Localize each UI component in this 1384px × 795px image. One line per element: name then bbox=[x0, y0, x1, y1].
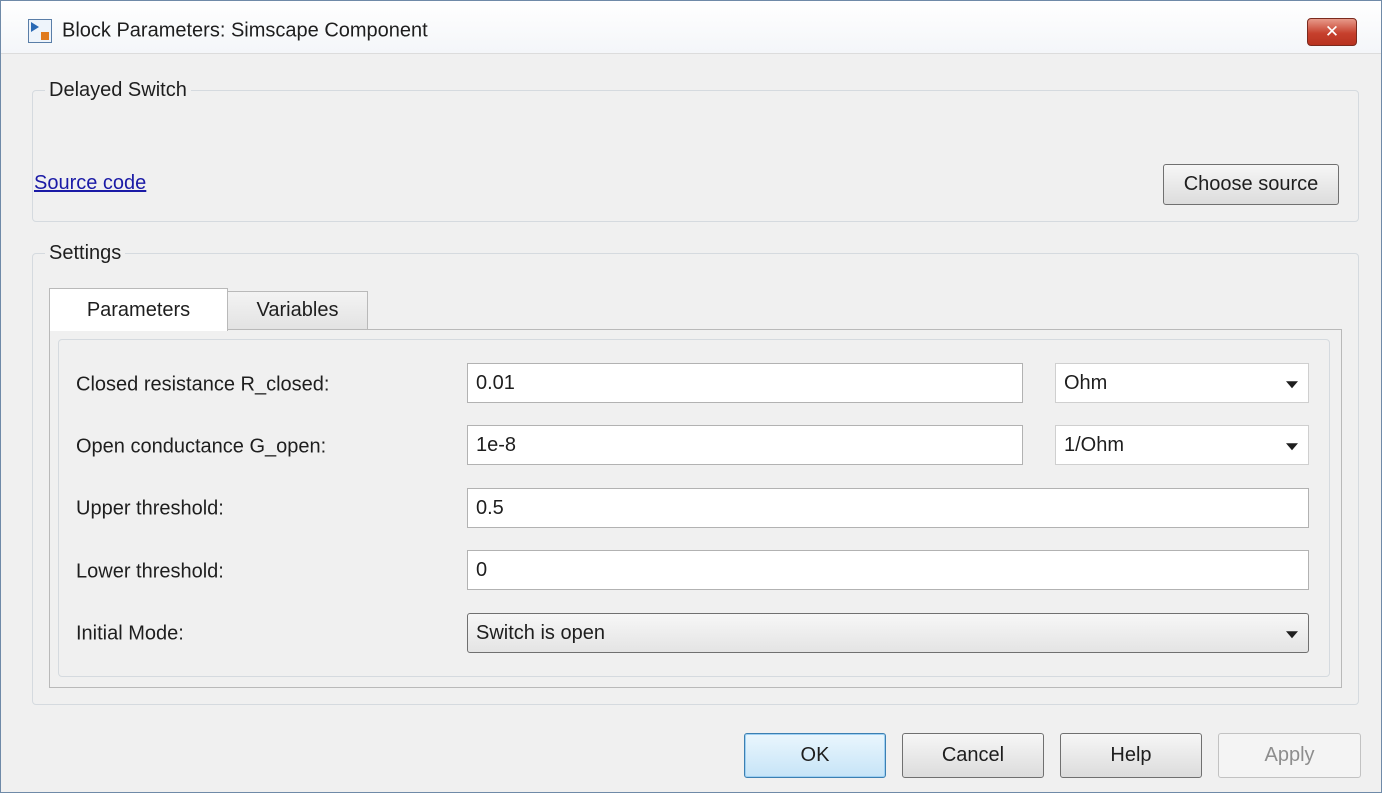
help-button[interactable]: Help bbox=[1060, 733, 1202, 778]
lower-threshold-input[interactable]: 0 bbox=[467, 550, 1309, 590]
window-title: Block Parameters: Simscape Component bbox=[62, 19, 428, 42]
lower-threshold-label: Lower threshold: bbox=[76, 560, 224, 583]
open-conductance-unit-value: 1/Ohm bbox=[1064, 433, 1125, 456]
tab-variables[interactable]: Variables bbox=[227, 291, 368, 329]
initial-mode-value: Switch is open bbox=[476, 621, 605, 644]
open-conductance-input[interactable]: 1e-8 bbox=[467, 425, 1023, 465]
ok-button[interactable]: OK bbox=[744, 733, 886, 778]
settings-group-legend: Settings bbox=[49, 242, 122, 264]
chevron-down-icon bbox=[1286, 631, 1298, 639]
open-conductance-label: Open conductance G_open: bbox=[76, 435, 327, 458]
chevron-down-icon bbox=[1286, 443, 1298, 451]
simulink-block-icon bbox=[28, 19, 52, 43]
chevron-down-icon bbox=[1286, 381, 1298, 389]
apply-button[interactable]: Apply bbox=[1218, 733, 1361, 778]
open-conductance-value: 1e-8 bbox=[476, 433, 517, 456]
title-bar: Block Parameters: Simscape Component ✕ bbox=[1, 1, 1381, 54]
cancel-button[interactable]: Cancel bbox=[902, 733, 1044, 778]
closed-resistance-label: Closed resistance R_closed: bbox=[76, 373, 330, 396]
closed-resistance-unit-value: Ohm bbox=[1064, 371, 1108, 394]
upper-threshold-label: Upper threshold: bbox=[76, 497, 224, 520]
lower-threshold-value: 0 bbox=[476, 558, 488, 581]
close-icon: ✕ bbox=[1324, 22, 1340, 41]
open-conductance-unit-select[interactable]: 1/Ohm bbox=[1055, 425, 1309, 465]
component-group: Delayed Switch bbox=[32, 79, 1359, 222]
choose-source-button[interactable]: Choose source bbox=[1163, 164, 1339, 205]
block-parameters-dialog: Block Parameters: Simscape Component ✕ D… bbox=[0, 0, 1382, 793]
tab-parameters[interactable]: Parameters bbox=[49, 288, 228, 331]
closed-resistance-input[interactable]: 0.01 bbox=[467, 363, 1023, 403]
initial-mode-select[interactable]: Switch is open bbox=[467, 613, 1309, 653]
upper-threshold-value: 0.5 bbox=[476, 496, 504, 519]
source-code-link[interactable]: Source code bbox=[34, 172, 146, 195]
closed-resistance-unit-select[interactable]: Ohm bbox=[1055, 363, 1309, 403]
component-group-legend: Delayed Switch bbox=[49, 79, 187, 101]
close-button[interactable]: ✕ bbox=[1307, 18, 1357, 46]
upper-threshold-input[interactable]: 0.5 bbox=[467, 488, 1309, 528]
initial-mode-label: Initial Mode: bbox=[76, 622, 184, 645]
closed-resistance-value: 0.01 bbox=[476, 371, 515, 394]
